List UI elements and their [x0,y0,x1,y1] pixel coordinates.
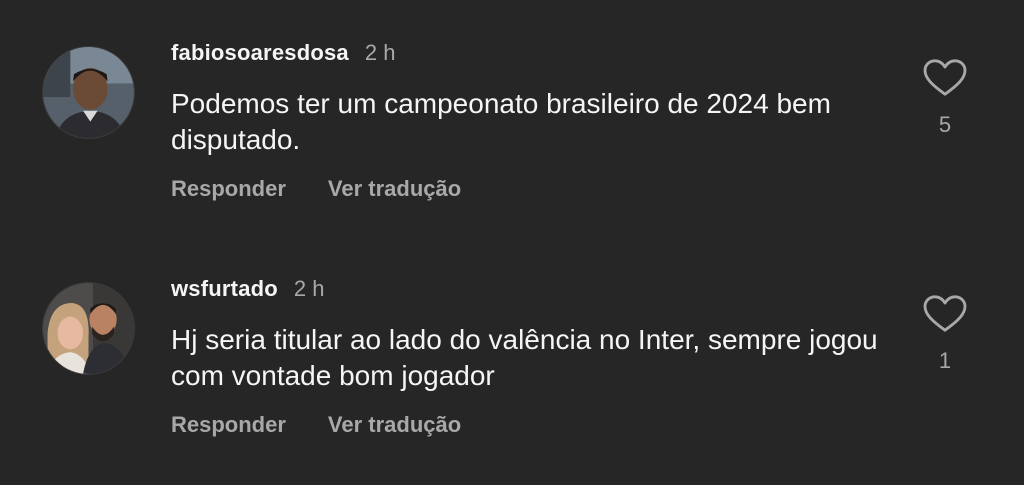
heart-outline-icon [923,59,967,96]
comment-timestamp: 2 h [364,40,396,65]
heart-outline-icon [923,295,967,332]
comment-text: Podemos ter um campeonato brasileiro de … [171,88,831,155]
comment-text: Hj seria titular ao lado do valência no … [171,324,878,391]
comment-meta: fabiosoaresdosa 2 h [171,40,395,74]
like-count: 1 [938,348,952,373]
comment-actions: Responder Ver tradução [171,176,461,202]
avatar[interactable] [42,282,135,375]
see-translation-button[interactable]: Ver tradução [328,412,461,438]
like-button[interactable] [922,58,968,98]
comment-username[interactable]: fabiosoaresdosa [171,40,349,66]
reply-button[interactable]: Responder [171,412,286,438]
comment-actions: Responder Ver tradução [171,412,461,438]
see-translation-button[interactable]: Ver tradução [328,176,461,202]
avatar[interactable] [42,46,135,139]
avatar-photo [43,47,134,138]
reply-button[interactable]: Responder [171,176,286,202]
like-button[interactable] [922,294,968,334]
like-count: 5 [938,112,952,137]
avatar-photo [43,283,134,374]
comment-username[interactable]: wsfurtado [171,276,278,302]
comment-meta: wsfurtado 2 h [171,276,325,310]
comment-timestamp: 2 h [293,276,325,301]
